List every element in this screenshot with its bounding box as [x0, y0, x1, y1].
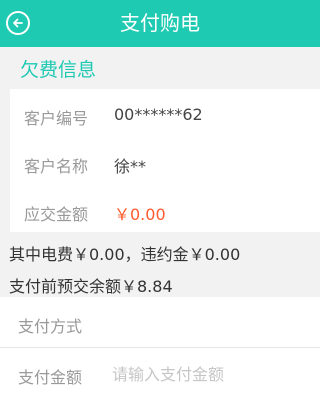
payment-method-row[interactable]: 支付方式: [0, 297, 320, 347]
fee-summary: 其中电费￥0.00，违约金￥0.00 支付前预交余额￥8.84: [0, 232, 320, 297]
app-header: 支付购电: [0, 0, 320, 47]
customer-number-value: 00******62: [114, 105, 203, 124]
amount-due-row: 应交金额 ￥0.00: [10, 187, 320, 233]
amount-due-value: ￥0.00: [114, 205, 166, 224]
arrears-section-header: 欠费信息: [0, 47, 320, 89]
page-title: 支付购电: [120, 11, 200, 35]
arrears-section-title: 欠费信息: [20, 59, 97, 81]
customer-name-row: 客户名称 徐**: [10, 139, 320, 185]
payment-amount-label: 支付金额: [18, 368, 83, 387]
arrears-info-card: 客户编号 00******62 客户名称 徐** 应交金额 ￥0.00: [10, 89, 320, 232]
payment-amount-input[interactable]: [112, 358, 312, 390]
fee-breakdown-text: 其中电费￥0.00，违约金￥0.00: [9, 245, 241, 264]
customer-name-label: 客户名称: [24, 157, 89, 176]
payment-form: 支付方式 支付金额: [0, 297, 320, 398]
customer-number-row: 客户编号 00******62: [10, 91, 320, 137]
payment-method-label: 支付方式: [18, 317, 83, 336]
payment-amount-row: 支付金额: [0, 348, 320, 398]
customer-number-label: 客户编号: [24, 109, 89, 128]
customer-name-value: 徐**: [114, 157, 147, 176]
amount-due-label: 应交金额: [24, 205, 89, 224]
prepaid-balance-text: 支付前预交余额￥8.84: [9, 277, 173, 296]
